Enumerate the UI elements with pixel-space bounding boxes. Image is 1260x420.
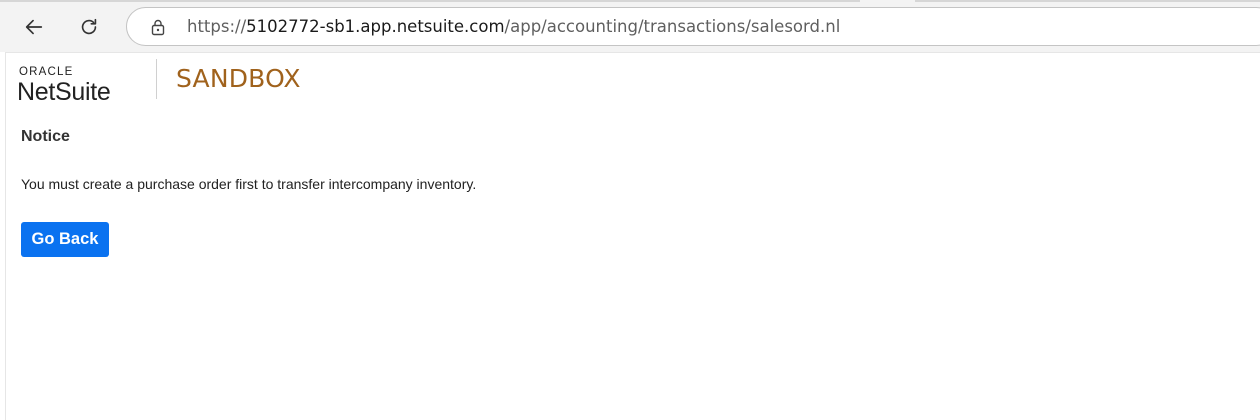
back-button[interactable]	[17, 10, 51, 44]
url-scheme: https://	[187, 17, 247, 36]
reload-button[interactable]	[72, 10, 106, 44]
reload-icon	[81, 18, 97, 35]
oracle-logo-text: ORACLE	[19, 66, 74, 78]
header-divider	[156, 59, 157, 99]
url-host: 5102772-sb1.app.netsuite.com	[246, 17, 505, 36]
go-back-button[interactable]: Go Back	[21, 222, 109, 257]
arrow-left-icon	[25, 19, 43, 35]
netsuite-logo-text: NetSuite	[17, 78, 111, 106]
environment-label: SANDBOX	[176, 64, 301, 93]
lock-icon[interactable]	[149, 18, 167, 36]
url-path: /app/accounting/transactions/salesord.nl	[504, 17, 841, 36]
tab-strip-edge	[0, 0, 860, 2]
notice-message: You must create a purchase order first t…	[21, 176, 477, 192]
notice-title: Notice	[21, 128, 70, 145]
page-content: ORACLE NetSuite SANDBOX Notice You must …	[5, 52, 1260, 420]
url-text: https://5102772-sb1.app.netsuite.com/app…	[187, 17, 840, 36]
tab-strip-edge-right	[915, 0, 1260, 2]
address-bar[interactable]: https://5102772-sb1.app.netsuite.com/app…	[126, 7, 1260, 46]
browser-toolbar: https://5102772-sb1.app.netsuite.com/app…	[0, 0, 1260, 52]
